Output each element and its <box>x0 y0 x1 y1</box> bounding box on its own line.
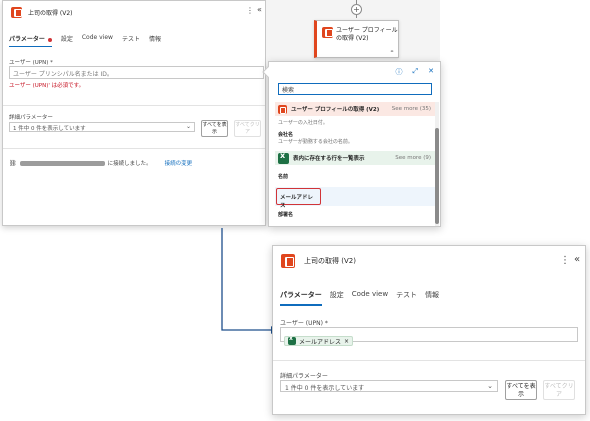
close-icon[interactable]: ✕ <box>428 67 434 77</box>
tab-settings[interactable]: 設定 <box>330 290 344 306</box>
see-more-link[interactable]: See more (35) <box>392 106 435 112</box>
flow-canvas: + ユーザー プロフィールの取得 (V2) ⚭ <box>266 0 440 66</box>
connection-icon: ⛓ <box>9 159 17 167</box>
scrollbar-thumb[interactable] <box>435 128 439 224</box>
upn-input[interactable]: メールアドレス × <box>280 327 578 346</box>
advanced-parameters-select[interactable]: 1 件中 0 件を表示しています ⌄ <box>9 122 195 132</box>
tab-about[interactable]: 情報 <box>149 34 161 47</box>
more-options-icon[interactable]: ⋮ <box>246 6 254 15</box>
action-card-get-user-profile[interactable]: ユーザー プロフィールの取得 (V2) ⚭ <box>314 20 399 58</box>
tab-code-view[interactable]: Code view <box>352 290 388 306</box>
tab-code-view[interactable]: Code view <box>82 34 113 47</box>
chevron-down-icon: ⌄ <box>487 382 493 390</box>
tab-test[interactable]: テスト <box>396 290 417 306</box>
list-item-name[interactable]: 名前 <box>278 174 288 181</box>
advanced-parameters-value: 1 件中 0 件を表示しています <box>285 385 365 392</box>
advanced-parameters-value: 1 件中 0 件を表示しています <box>13 126 86 132</box>
collapse-panel-icon[interactable]: « <box>257 5 262 14</box>
collapse-panel-icon[interactable]: « <box>574 254 580 265</box>
list-item-company-name[interactable]: 会社名 ユーザーが勤務する会社の名前。 <box>278 132 353 145</box>
excel-icon <box>288 335 296 345</box>
flyout-header-icons: ⓘ ⤢ ✕ <box>396 67 434 77</box>
redacted-account <box>19 160 105 166</box>
panel-title: 上司の取得 (V2) <box>28 10 73 17</box>
error-dot-icon <box>47 37 52 42</box>
list-item-department[interactable]: 部署名 <box>278 212 293 219</box>
list-item-email-address[interactable]: メールアドレス <box>276 188 321 209</box>
see-more-link[interactable]: See more (9) <box>395 155 435 161</box>
link-icon: ⚭ <box>389 49 394 55</box>
more-options-icon[interactable]: ⋮ <box>560 255 570 266</box>
advanced-parameters-label: 詳細パラメーター <box>280 373 328 380</box>
connected-text: に接続しました。 <box>107 161 152 167</box>
upn-error-message: ユーザー (UPN)' は必須です。 <box>9 83 85 89</box>
item-name: 会社名 <box>278 132 294 138</box>
group-title: 表内に存在する行を一覧表示 <box>293 156 365 162</box>
info-icon[interactable]: ⓘ <box>396 67 403 77</box>
clear-all-button[interactable]: すべてクリア <box>234 120 261 137</box>
section-divider <box>3 148 265 149</box>
list-item[interactable]: ユーザーの入社日付。 <box>278 120 328 127</box>
search-input[interactable]: 検索 <box>278 83 432 95</box>
tab-parameters[interactable]: パラメーター <box>9 34 52 47</box>
advanced-parameters-select[interactable]: 1 件中 0 件を表示しています ⌄ <box>280 380 498 392</box>
annotation-arrow-line <box>221 228 271 331</box>
tab-parameters-label: パラメーター <box>9 36 45 43</box>
action-card-title: ユーザー プロフィールの取得 (V2) <box>336 27 398 42</box>
tab-settings[interactable]: 設定 <box>61 34 73 47</box>
add-step-icon[interactable]: + <box>351 4 362 15</box>
group-header-get-user-profile[interactable]: ユーザー プロフィールの取得 (V2) See more (35) <box>275 102 435 116</box>
tab-parameters[interactable]: パラメーター <box>280 290 322 306</box>
advanced-parameters-label: 詳細パラメーター <box>9 115 53 121</box>
item-description: ユーザーの入社日付。 <box>278 120 328 126</box>
group-title: ユーザー プロフィールの取得 (V2) <box>291 107 380 113</box>
upn-input[interactable]: ユーザー プリンシパル名または ID。 <box>9 66 264 79</box>
office365-icon <box>322 27 333 38</box>
panel-tabs: パラメーター 設定 Code view テスト 情報 <box>280 290 439 306</box>
upn-label: ユーザー (UPN) * <box>280 320 328 327</box>
excel-icon <box>278 151 289 164</box>
section-divider <box>273 360 585 361</box>
expand-icon[interactable]: ⤢ <box>413 67 419 77</box>
office365-icon <box>278 104 287 114</box>
scrollbar[interactable] <box>435 102 439 226</box>
connection-info: ⛓ に接続しました。 接続の変更 <box>9 159 193 168</box>
action-panel-top: 上司の取得 (V2) ⋮ « パラメーター 設定 Code view テスト 情… <box>2 0 266 226</box>
show-all-button[interactable]: すべてを表示 <box>505 380 537 400</box>
panel-header: 上司の取得 (V2) <box>281 254 356 268</box>
upn-label: ユーザー (UPN) * <box>9 60 53 66</box>
token-label: メールアドレス <box>299 338 342 346</box>
office365-icon <box>11 7 22 18</box>
item-description: ユーザーが勤務する会社の名前。 <box>278 138 353 145</box>
office365-icon <box>281 254 295 268</box>
show-all-button[interactable]: すべてを表示 <box>201 120 228 137</box>
tab-about[interactable]: 情報 <box>425 290 439 306</box>
dynamic-content-flyout: ⓘ ⤢ ✕ 検索 ユーザー プロフィールの取得 (V2) See more (3… <box>262 61 441 227</box>
change-connection-link[interactable]: 接続の変更 <box>165 159 193 167</box>
panel-tabs: パラメーター 設定 Code view テスト 情報 <box>9 34 161 47</box>
tab-test[interactable]: テスト <box>122 34 140 47</box>
clear-all-button[interactable]: すべてクリア <box>543 380 575 400</box>
token-remove-icon[interactable]: × <box>344 338 349 345</box>
panel-header: 上司の取得 (V2) <box>11 7 73 18</box>
action-panel-bottom: 上司の取得 (V2) ⋮ « パラメーター 設定 Code view テスト 情… <box>272 245 586 415</box>
panel-title: 上司の取得 (V2) <box>304 257 356 265</box>
dynamic-content-token[interactable]: メールアドレス × <box>284 335 354 346</box>
section-divider <box>3 105 265 106</box>
chevron-down-icon: ⌄ <box>185 123 191 130</box>
group-header-list-rows[interactable]: 表内に存在する行を一覧表示 See more (9) <box>275 151 435 165</box>
